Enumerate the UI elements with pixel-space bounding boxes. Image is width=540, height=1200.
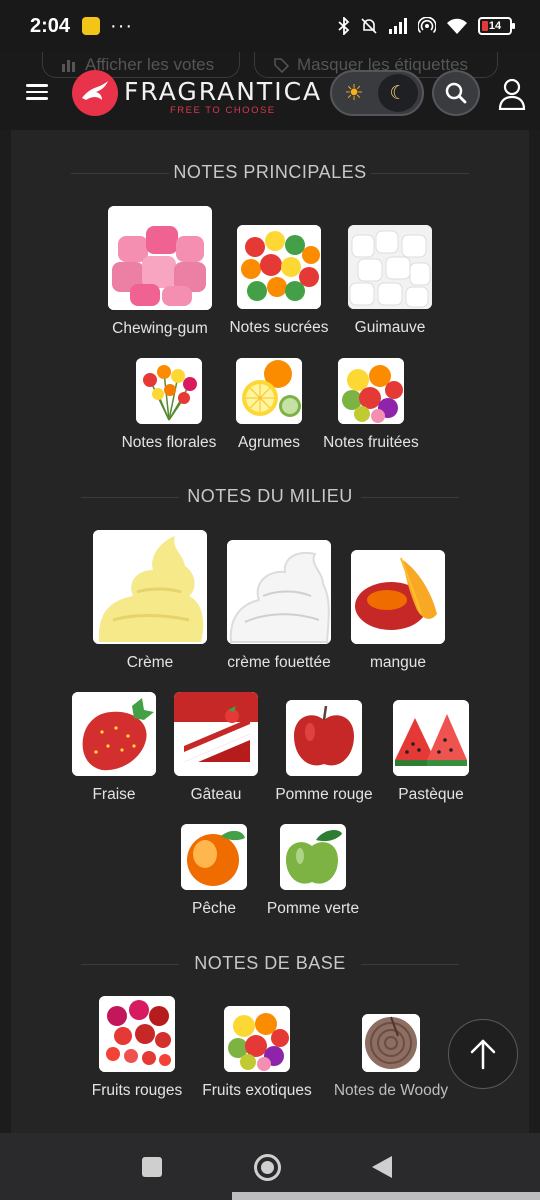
note-mangue[interactable]: mangue [351, 550, 445, 672]
flowers-image [136, 358, 202, 424]
note-fruits-rouges[interactable]: Fruits rouges [85, 996, 189, 1100]
note-label: Crème [126, 654, 174, 671]
exotic-fruits-image [224, 1006, 290, 1072]
watermelon-image [393, 700, 469, 776]
red-apple-image [286, 700, 362, 776]
note-label: Notes fruitées [323, 434, 419, 451]
battery-level: 14 [488, 20, 502, 32]
section-title-base-text: NOTES DE BASE [194, 953, 346, 973]
notes-pyramid-panel: NOTES PRINCIPALES Chewing-gum Notes sucr… [11, 130, 529, 1133]
user-account-button[interactable] [494, 74, 530, 114]
logo-tagline: FREE TO CHOOSE [170, 105, 276, 116]
note-creme[interactable]: Crème [93, 530, 207, 672]
note-chewing-gum[interactable]: Chewing-gum [103, 206, 217, 338]
note-label: Notes florales [121, 434, 217, 451]
fruits-image [338, 358, 404, 424]
note-label: Guimauve [354, 319, 426, 336]
note-label: Fraise [92, 786, 136, 803]
bar-chart-icon [62, 59, 75, 72]
search-icon [445, 82, 467, 104]
status-time: 2:04 [30, 14, 71, 37]
hotspot-icon [418, 17, 436, 34]
note-fruits-exotiques[interactable]: Fruits exotiques [197, 1006, 317, 1100]
note-pomme-rouge[interactable]: Pomme rouge [269, 700, 379, 804]
back-button[interactable] [372, 1156, 392, 1178]
note-label: Notes sucrées [229, 319, 329, 336]
citrus-image [236, 358, 302, 424]
chewing-gum-image [108, 206, 212, 310]
note-label: Fruits exotiques [202, 1082, 312, 1099]
note-gateau[interactable]: Gâteau [173, 692, 259, 804]
ghost-toolbar: Afficher les votes Masquer les étiquette… [42, 52, 498, 78]
whipped-cream-image [227, 540, 331, 644]
bluetooth-icon [338, 17, 350, 35]
more-notifications-icon: ··· [110, 14, 134, 37]
wood-image [362, 1014, 420, 1072]
note-label: Chewing-gum [112, 320, 208, 337]
site-header: Afficher les votes Masquer les étiquette… [0, 52, 540, 130]
logo-wordmark[interactable]: FRAGRANTICA [124, 77, 322, 106]
arrow-up-icon [470, 1039, 496, 1070]
section-title-base: NOTES DE BASE [11, 953, 529, 974]
note-label: Fruits rouges [91, 1082, 183, 1099]
note-pomme-verte[interactable]: Pomme verte [263, 824, 363, 918]
scroll-to-top-button[interactable] [448, 1019, 518, 1089]
note-label: Pastèque [398, 786, 464, 803]
note-notes-sucrees[interactable]: Notes sucrées [221, 225, 337, 337]
section-title-middle: NOTES DU MILIEU [11, 486, 529, 507]
signal-icon [389, 18, 407, 34]
peach-image [181, 824, 247, 890]
home-button[interactable] [254, 1154, 281, 1181]
recents-button[interactable] [142, 1157, 162, 1177]
fragrantica-logo-icon[interactable] [72, 70, 118, 116]
note-label: Pomme rouge [275, 786, 373, 803]
system-navigation-bar [0, 1133, 540, 1200]
show-votes-button[interactable]: Afficher les votes [42, 52, 240, 78]
green-apple-image [280, 824, 346, 890]
red-berries-image [99, 996, 175, 1072]
section-title-middle-text: NOTES DU MILIEU [187, 486, 353, 506]
note-pasteque[interactable]: Pastèque [391, 700, 471, 804]
section-title-top: NOTES PRINCIPALES [11, 162, 529, 183]
status-bar: 2:04 ··· 14 [0, 0, 540, 52]
status-icons: 14 [338, 17, 515, 35]
note-fraise[interactable]: Fraise [71, 692, 157, 804]
note-peche[interactable]: Pêche [175, 824, 253, 918]
cake-image [174, 692, 258, 776]
marshmallow-image [348, 225, 432, 309]
wifi-icon [447, 18, 467, 34]
bell-off-icon [361, 18, 377, 34]
search-button[interactable] [432, 70, 480, 116]
candy-image [237, 225, 321, 309]
notification-icon [82, 17, 101, 35]
note-notes-de-woody[interactable]: Notes de Woody [327, 1014, 455, 1100]
strawberry-image [72, 692, 156, 776]
note-notes-fruitees[interactable]: Notes fruitées [316, 358, 426, 452]
note-label: Pêche [192, 900, 236, 917]
theme-toggle[interactable]: ☀ ☾ [330, 70, 424, 116]
note-agrumes[interactable]: Agrumes [229, 358, 309, 452]
note-guimauve[interactable]: Guimauve [347, 225, 433, 337]
battery-icon: 14 [478, 17, 515, 35]
note-label: Agrumes [237, 434, 301, 451]
note-notes-florales[interactable]: Notes florales [115, 358, 223, 452]
note-label: mangue [369, 654, 426, 671]
note-label: crème fouettée [227, 654, 331, 671]
note-creme-fouettee[interactable]: crème fouettée [221, 540, 337, 672]
moon-icon[interactable]: ☾ [378, 74, 418, 112]
menu-icon[interactable] [26, 84, 48, 100]
user-icon [498, 78, 526, 110]
cream-image [93, 530, 207, 644]
mango-image [351, 550, 445, 644]
note-label: Gâteau [190, 786, 242, 803]
tag-icon [274, 57, 289, 73]
navigation-handle [232, 1192, 540, 1200]
note-label: Pomme verte [266, 900, 360, 917]
sun-icon[interactable]: ☀ [332, 80, 376, 106]
note-label: Notes de Woody [333, 1082, 449, 1099]
section-title-top-text: NOTES PRINCIPALES [173, 162, 367, 182]
